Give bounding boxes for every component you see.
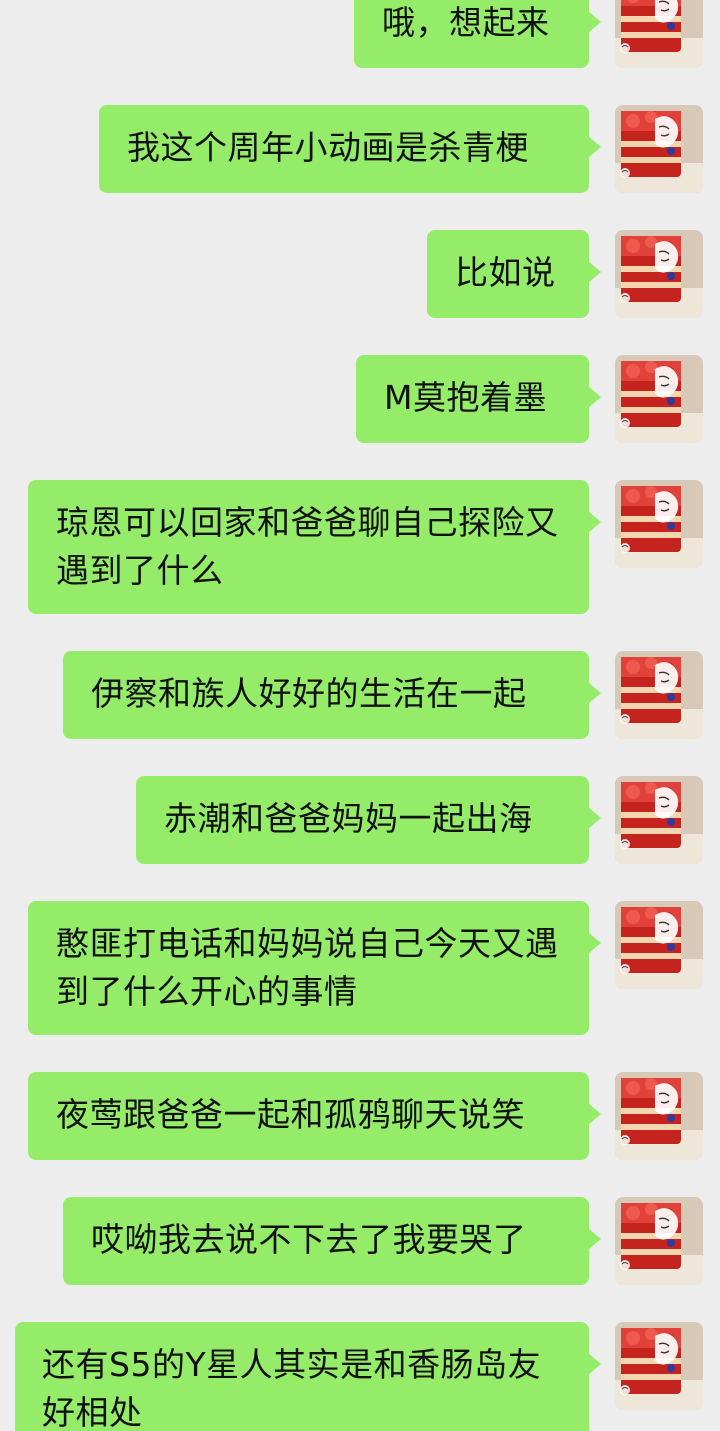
sender-avatar[interactable] bbox=[615, 1322, 703, 1410]
message-bubble[interactable]: 伊察和族人好好的生活在一起 bbox=[63, 651, 601, 739]
message-bubble[interactable]: 赤潮和爸爸妈妈一起出海 bbox=[136, 776, 601, 864]
message-bubble[interactable]: 哦，想起来 bbox=[354, 0, 601, 68]
message-bubble[interactable]: 还有S5的Y星人其实是和香肠岛友好相处 bbox=[15, 1322, 601, 1431]
strawberry-cake-avatar-icon bbox=[615, 1197, 703, 1285]
strawberry-cake-avatar-icon bbox=[615, 480, 703, 568]
chat-message-list[interactable]: 哦，想起来 我这个周年小动画是杀青梗 比如说 M莫抱着墨 琼恩可以回家和爸爸聊自… bbox=[0, 0, 720, 1431]
message-bubble[interactable]: 憨匪打电话和妈妈说自己今天又遇到了什么开心的事情 bbox=[28, 901, 601, 1035]
message-bubble[interactable]: 夜莺跟爸爸一起和孤鸦聊天说笑 bbox=[28, 1072, 601, 1160]
sender-avatar[interactable] bbox=[615, 0, 703, 68]
message-bubble[interactable]: 琼恩可以回家和爸爸聊自己探险又遇到了什么 bbox=[28, 480, 601, 614]
sender-avatar[interactable] bbox=[615, 230, 703, 318]
strawberry-cake-avatar-icon bbox=[615, 0, 703, 68]
strawberry-cake-avatar-icon bbox=[615, 901, 703, 989]
sender-avatar[interactable] bbox=[615, 651, 703, 739]
sender-avatar[interactable] bbox=[615, 901, 703, 989]
sender-avatar[interactable] bbox=[615, 105, 703, 193]
message-bubble[interactable]: M莫抱着墨 bbox=[356, 355, 601, 443]
sender-avatar[interactable] bbox=[615, 1197, 703, 1285]
message-bubble[interactable]: 哎呦我去说不下去了我要哭了 bbox=[63, 1197, 601, 1285]
sender-avatar[interactable] bbox=[615, 1072, 703, 1160]
strawberry-cake-avatar-icon bbox=[615, 355, 703, 443]
strawberry-cake-avatar-icon bbox=[615, 105, 703, 193]
message-bubble[interactable]: 我这个周年小动画是杀青梗 bbox=[99, 105, 601, 193]
strawberry-cake-avatar-icon bbox=[615, 651, 703, 739]
sender-avatar[interactable] bbox=[615, 480, 703, 568]
sender-avatar[interactable] bbox=[615, 776, 703, 864]
strawberry-cake-avatar-icon bbox=[615, 230, 703, 318]
strawberry-cake-avatar-icon bbox=[615, 776, 703, 864]
strawberry-cake-avatar-icon bbox=[615, 1322, 703, 1410]
sender-avatar[interactable] bbox=[615, 355, 703, 443]
message-bubble[interactable]: 比如说 bbox=[427, 230, 601, 318]
strawberry-cake-avatar-icon bbox=[615, 1072, 703, 1160]
